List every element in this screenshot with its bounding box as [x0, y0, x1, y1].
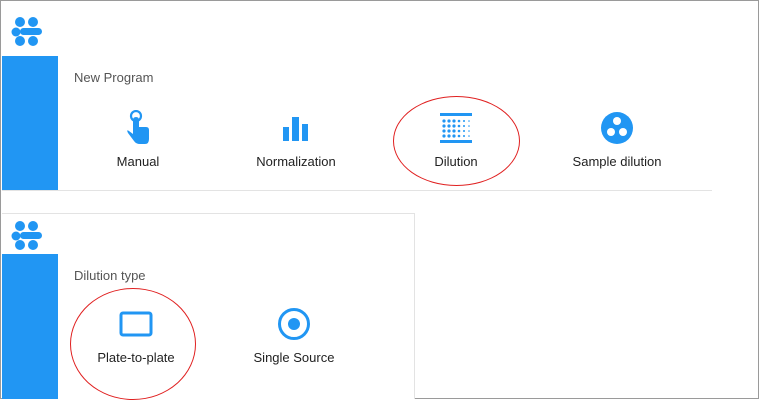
app-logo-icon — [11, 17, 42, 46]
dilution-type-tile-single-source[interactable]: Single Source — [234, 306, 354, 366]
three-dots-circle-icon — [597, 110, 637, 146]
target-circle-icon — [274, 306, 314, 342]
program-tile-dilution[interactable]: Dilution — [396, 110, 516, 170]
tile-label: Sample dilution — [572, 154, 662, 169]
side-rail — [2, 254, 58, 399]
section-title-dilution-type: Dilution type — [74, 268, 146, 283]
dilution-type-tile-plate-to-plate[interactable]: Plate-to-plate — [76, 306, 196, 366]
bar-chart-icon — [276, 110, 316, 146]
section-title-new-program: New Program — [74, 70, 154, 85]
screenshot-frame: New Program Manual Normalization Dilutio… — [0, 0, 759, 400]
program-tile-normalization[interactable]: Normalization — [236, 110, 356, 170]
dilution-type-panel: Dilution type Plate-to-plate Single Sour… — [2, 213, 415, 400]
tile-label: Normalization — [256, 154, 336, 169]
rectangle-outline-icon — [116, 306, 156, 342]
new-program-panel: New Program Manual Normalization Dilutio… — [2, 2, 712, 191]
tile-label: Single Source — [253, 350, 335, 365]
tile-label: Dilution — [434, 154, 478, 169]
tile-label: Plate-to-plate — [97, 350, 175, 365]
hand-pointer-icon — [118, 110, 158, 146]
program-tile-manual[interactable]: Manual — [78, 110, 198, 170]
dilution-grid-icon — [436, 110, 476, 146]
side-rail — [2, 56, 58, 190]
program-tile-sample-dilution[interactable]: Sample dilution — [557, 110, 677, 170]
tile-label: Manual — [116, 154, 160, 169]
app-logo-icon — [11, 221, 42, 250]
